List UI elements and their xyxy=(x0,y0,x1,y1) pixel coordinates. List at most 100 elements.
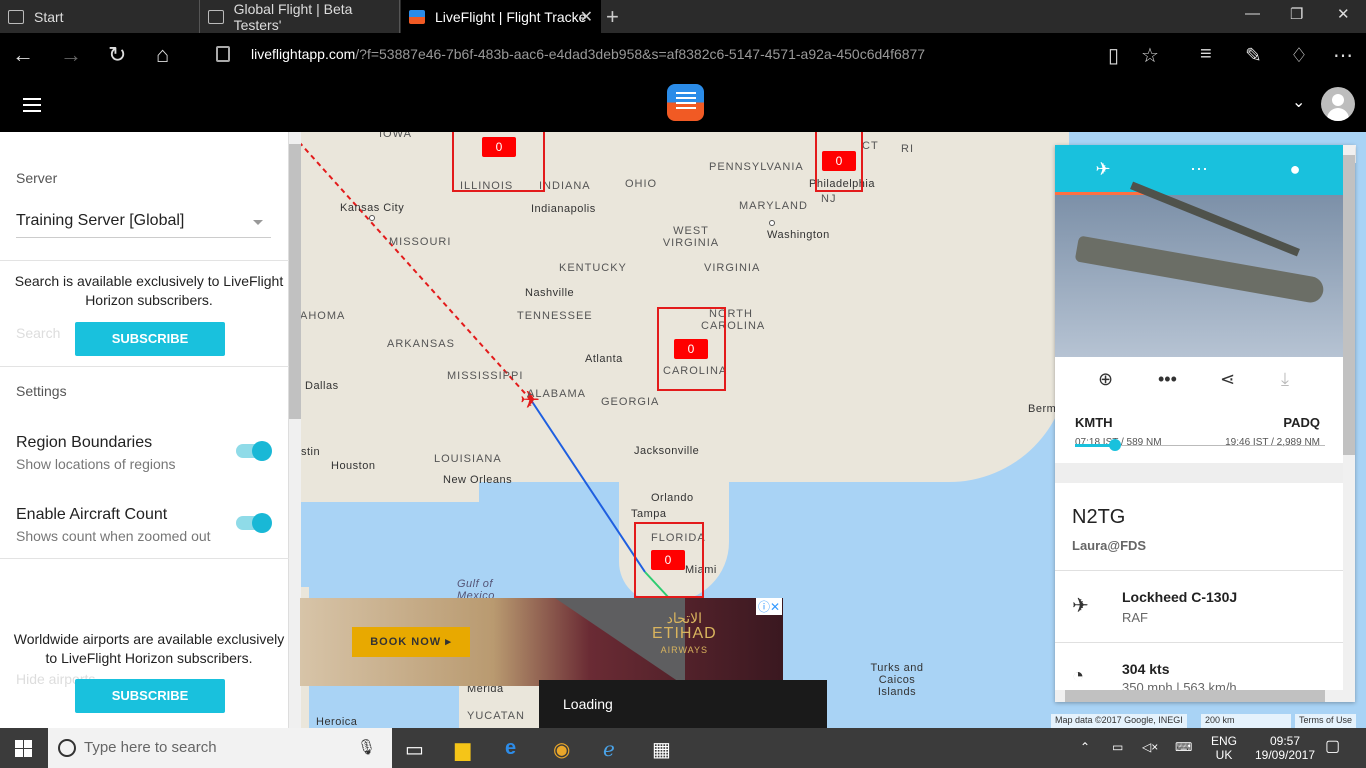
subscribe-button[interactable]: SUBSCRIBE xyxy=(75,679,225,713)
back-icon[interactable]: ← xyxy=(12,42,34,68)
map-label: MISSISSIPPI xyxy=(447,370,524,382)
lock-icon xyxy=(216,46,230,62)
windows-start-icon[interactable] xyxy=(15,740,32,757)
divider xyxy=(0,366,289,367)
callsign: N2TG xyxy=(1072,506,1126,528)
close-window-icon[interactable]: ✕ xyxy=(1337,5,1350,23)
menu-icon[interactable] xyxy=(23,98,41,116)
locate-icon[interactable]: ⊕ xyxy=(1098,369,1113,390)
avatar[interactable] xyxy=(1321,87,1355,121)
language-indicator[interactable]: ENG UK xyxy=(1206,734,1242,762)
browser-tab-bar: Start Global Flight | Beta Testers' Live… xyxy=(0,0,1366,33)
subscribe-button[interactable]: SUBSCRIBE xyxy=(75,322,225,356)
volume-icon[interactable]: ◁× xyxy=(1142,740,1158,754)
map-label: Kansas City xyxy=(340,202,405,214)
chevron-up-icon[interactable]: ⌃ xyxy=(1080,740,1090,754)
tab-liveflight[interactable]: LiveFlight | Flight Tracke ✕ xyxy=(401,0,601,33)
aircraft-count-desc: Shows count when zoomed out xyxy=(16,528,211,544)
url-field[interactable]: liveflightapp.com/?f=53887e46-7b6f-483b-… xyxy=(251,46,925,62)
map-label: KENTUCKY xyxy=(559,262,627,274)
map-label: Houston xyxy=(331,460,376,472)
internet-explorer-icon[interactable]: ℯ xyxy=(603,737,615,762)
cortana-icon xyxy=(58,739,76,757)
reading-view-icon[interactable]: ▯ xyxy=(1108,43,1119,68)
region-boundaries-toggle[interactable] xyxy=(236,441,272,461)
terms-link[interactable]: Terms of Use xyxy=(1295,714,1357,728)
region-boundaries-label: Region Boundaries xyxy=(16,434,153,451)
map-label: VIRGINIA xyxy=(704,262,761,274)
city-dot xyxy=(769,220,775,226)
route-icon[interactable]: ••• xyxy=(1158,369,1177,390)
tab-label: LiveFlight | Flight Tracke xyxy=(435,8,587,25)
aircraft-photo xyxy=(1055,181,1343,357)
book-now-button[interactable]: BOOK NOW ▸ xyxy=(352,627,470,657)
map-label: LOUISIANA xyxy=(434,453,502,465)
divider xyxy=(1055,570,1343,571)
etihad-logo: الاتحاد ETIHAD AIRWAYS xyxy=(652,610,717,658)
home-icon[interactable]: ⌂ xyxy=(156,42,169,68)
tab-pilot-icon[interactable]: ● xyxy=(1247,159,1343,180)
aircraft-count-badge: 0 xyxy=(482,137,516,157)
more-icon[interactable]: ⋯ xyxy=(1333,43,1353,68)
edge-icon[interactable]: e xyxy=(505,737,516,760)
card-actions: ⊕ ••• ⋖ ⤓ xyxy=(1055,357,1343,405)
card-hscrollbar[interactable] xyxy=(1055,690,1343,702)
action-center-icon[interactable]: ▢ xyxy=(1325,739,1340,755)
origin-airport: KMTH xyxy=(1075,415,1113,430)
map-scale[interactable]: 200 km xyxy=(1201,714,1291,728)
tab-global-flight[interactable]: Global Flight | Beta Testers' xyxy=(200,0,400,33)
forward-icon[interactable]: → xyxy=(60,42,82,68)
lang-code: ENG xyxy=(1210,734,1237,748)
tab-start[interactable]: Start xyxy=(0,0,200,33)
clock[interactable]: 09:57 19/09/2017 xyxy=(1252,734,1318,762)
map-label: MISSOURI xyxy=(389,236,452,248)
flight-progress-bar xyxy=(1075,439,1325,451)
keyboard-icon[interactable]: ⌨ xyxy=(1175,740,1192,754)
app-header: ⌄ xyxy=(0,76,1366,132)
map-label: INDIANA xyxy=(539,180,591,192)
map-label: Nashville xyxy=(525,287,575,299)
liveflight-logo xyxy=(667,84,704,121)
map-label: RI xyxy=(901,143,914,155)
web-note-icon[interactable]: ✎ xyxy=(1245,43,1262,68)
ground-speed: 304 kts xyxy=(1122,661,1170,677)
download-icon[interactable]: ⤓ xyxy=(1281,369,1289,390)
map-label: WEST VIRGINIA xyxy=(662,225,720,249)
search-note: Search is available exclusively to LiveF… xyxy=(14,273,284,308)
start-page-icon xyxy=(8,9,24,24)
progress-thumb xyxy=(1109,439,1121,451)
battery-icon[interactable]: ▭ xyxy=(1112,740,1123,754)
liveflight-icon xyxy=(409,9,425,24)
search-input: Search xyxy=(16,325,61,341)
aircraft-count-toggle[interactable] xyxy=(236,513,272,533)
aircraft-count-badge: 0 xyxy=(674,339,708,359)
aircraft-count-badge: 0 xyxy=(651,550,685,570)
store-icon[interactable]: ▦ xyxy=(652,737,671,762)
share-icon[interactable]: ⋖ xyxy=(1220,369,1235,390)
ad-close-icon[interactable]: ⓘ✕ xyxy=(756,598,783,615)
microphone-icon[interactable]: 🎙 xyxy=(357,738,376,756)
close-tab-icon[interactable]: ✕ xyxy=(580,7,593,27)
minimize-icon[interactable]: — xyxy=(1245,5,1260,22)
map-attribution: Map data ©2017 Google, INEGI xyxy=(1051,714,1187,728)
chevron-down-icon[interactable]: ⌄ xyxy=(1292,92,1305,112)
chrome-icon[interactable]: ◉ xyxy=(553,737,570,762)
share-icon[interactable]: ♢ xyxy=(1290,43,1308,68)
restore-icon[interactable]: ❐ xyxy=(1290,5,1303,23)
favorite-star-icon[interactable]: ☆ xyxy=(1141,43,1159,68)
task-view-icon[interactable]: ▭ xyxy=(405,737,424,762)
divider xyxy=(0,260,289,261)
map-label: Atlanta xyxy=(585,353,623,365)
speedometer-icon: ◔ xyxy=(1072,665,1085,687)
tab-route-icon[interactable]: ⋯ xyxy=(1151,159,1247,180)
taskbar-search[interactable]: Type here to search 🎙 xyxy=(48,728,392,768)
refresh-icon[interactable]: ↻ xyxy=(108,42,126,68)
map-label: CT xyxy=(862,140,879,152)
file-explorer-icon[interactable]: ▆ xyxy=(455,737,470,762)
hub-icon[interactable]: ≡ xyxy=(1200,43,1212,66)
map-label: ARKANSAS xyxy=(387,338,455,350)
tab-flight-icon[interactable]: ✈ xyxy=(1055,159,1151,180)
server-select[interactable]: Training Server [Global] xyxy=(16,212,271,238)
card-scrollbar[interactable] xyxy=(1343,145,1355,702)
new-tab-icon[interactable]: + xyxy=(606,4,619,30)
